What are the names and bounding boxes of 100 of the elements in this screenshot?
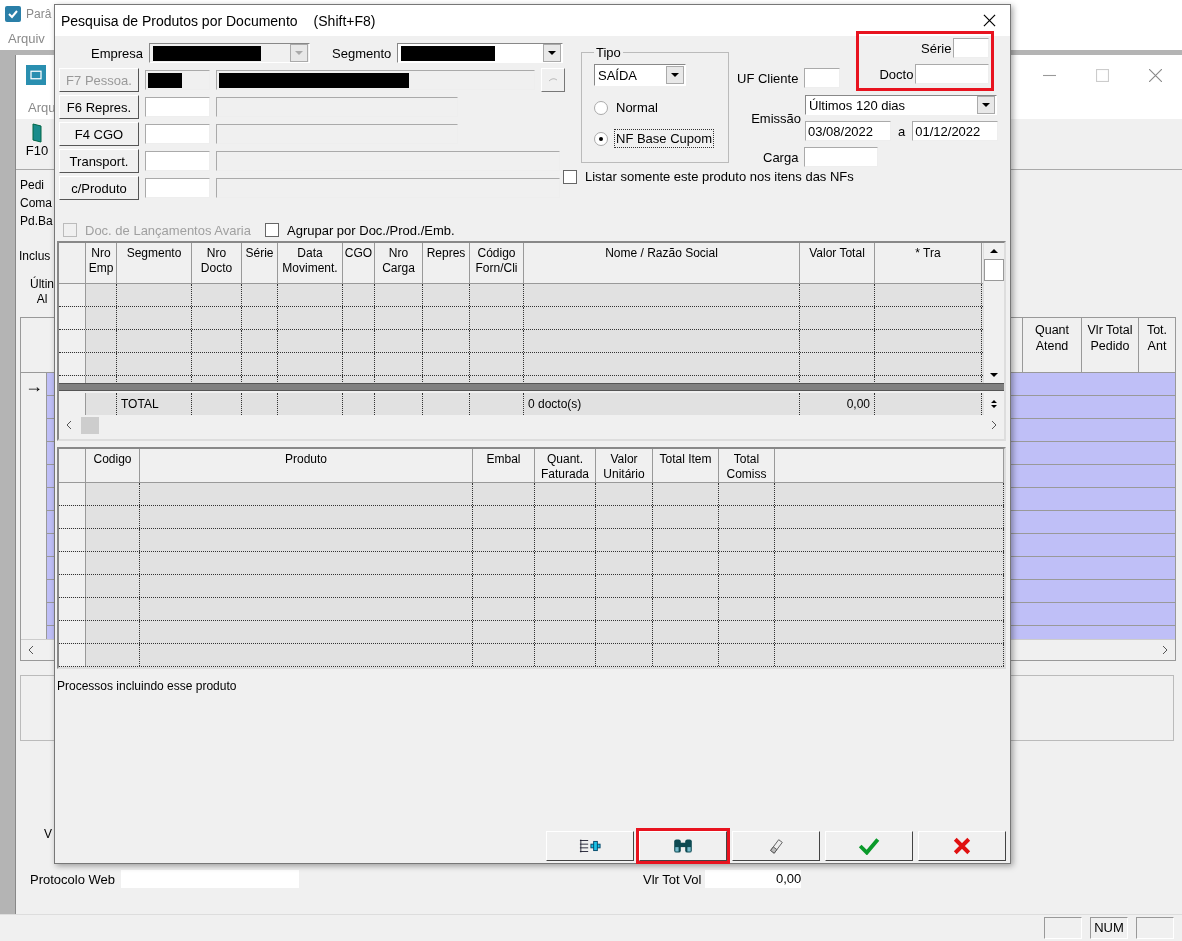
field-label: Pedi <box>20 177 45 194</box>
ok-button[interactable] <box>825 831 913 861</box>
close-icon[interactable] <box>983 14 996 27</box>
table-row[interactable] <box>59 330 983 353</box>
column-header[interactable]: Total Item <box>653 449 719 482</box>
scroll-right-icon[interactable] <box>990 420 998 430</box>
field-label: Empresa <box>89 45 143 61</box>
document-count: 0 docto(s) <box>528 397 582 411</box>
scrollbar[interactable] <box>983 243 1004 383</box>
table-row[interactable] <box>59 529 1004 552</box>
field-label: Últin <box>30 277 54 292</box>
table-row[interactable] <box>59 284 983 307</box>
table-row[interactable] <box>59 644 1004 667</box>
lookup-button[interactable]: F4 CGO <box>59 122 139 146</box>
field-label: V <box>44 827 52 841</box>
table-row[interactable] <box>59 353 983 376</box>
column-header[interactable]: Nro Emp <box>86 243 117 283</box>
input-field[interactable] <box>915 64 990 84</box>
scroll-thumb[interactable] <box>984 259 1004 281</box>
column-header[interactable]: Total Comiss <box>719 449 775 482</box>
window-title: Parâ <box>26 6 52 21</box>
column-header[interactable]: Data Moviment. <box>278 243 343 283</box>
dropdown-arrow-icon <box>548 51 557 55</box>
column-header[interactable]: Valor Unitário <box>596 449 653 482</box>
dropdown-arrow-icon <box>295 51 303 55</box>
table-row[interactable] <box>59 598 1004 621</box>
date-field[interactable]: 01/12/2022 <box>912 121 999 141</box>
menu-item[interactable]: Arquiv <box>8 31 45 46</box>
input-field[interactable] <box>145 124 210 144</box>
field-label: Docto <box>879 66 914 82</box>
checkbox-label[interactable]: Listar somente este produto nos itens das NFs <box>585 169 854 184</box>
spin-arrows-icon[interactable] <box>990 398 998 410</box>
scroll-right-icon[interactable] <box>1161 645 1169 655</box>
column-header: Tot. Ant <box>1138 318 1175 372</box>
column-header[interactable]: Código Forn/Cli <box>470 243 524 283</box>
checkbox[interactable] <box>563 169 577 184</box>
column-header[interactable]: Quant. Faturada <box>535 449 596 482</box>
table-row[interactable] <box>59 552 1004 575</box>
dropdown[interactable]: Últimos 120 dias <box>805 95 997 115</box>
binoculars-icon <box>672 837 694 855</box>
table-row[interactable] <box>59 307 983 330</box>
group-label: Tipo <box>595 45 622 60</box>
input-field[interactable] <box>953 38 990 58</box>
input-field[interactable] <box>145 97 210 117</box>
radio-label[interactable]: Normal <box>614 98 660 117</box>
column-header[interactable]: Produto <box>140 449 473 482</box>
add-list-icon <box>579 837 601 855</box>
scroll-left-icon[interactable] <box>65 420 73 430</box>
column-header[interactable]: Segmento <box>117 243 192 283</box>
field-label: Série <box>921 40 952 56</box>
input-field[interactable] <box>145 70 210 90</box>
lookup-button[interactable]: c/Produto <box>59 176 139 200</box>
lookup-button[interactable]: Transport. <box>59 149 139 173</box>
table-row[interactable] <box>59 506 1004 529</box>
input-field[interactable] <box>804 68 841 88</box>
shortcut-label: (Shift+F8) <box>313 12 376 29</box>
input-field[interactable] <box>804 147 879 167</box>
status-panel <box>1044 917 1082 939</box>
radio-button[interactable] <box>594 100 608 115</box>
column-header[interactable]: Nro Carga <box>375 243 423 283</box>
cancel-button[interactable] <box>918 831 1006 861</box>
checkbox-label[interactable]: Agrupar por Doc./Prod./Emb. <box>287 222 455 238</box>
dropdown[interactable] <box>397 43 564 63</box>
column-header[interactable]: Valor Total <box>800 243 875 283</box>
dropdown-arrow-icon <box>671 73 679 77</box>
scroll-left-icon[interactable] <box>27 645 35 655</box>
lookup-button[interactable]: F6 Repres. <box>59 95 139 119</box>
column-header[interactable]: CGO <box>343 243 375 283</box>
column-header[interactable]: Codigo <box>86 449 140 482</box>
table-row[interactable] <box>59 483 1004 506</box>
column-header[interactable]: Nro Docto <box>192 243 242 283</box>
column-header: Quant Atend <box>1022 318 1081 372</box>
field-label: Emissão <box>750 110 801 126</box>
clear-button[interactable] <box>732 831 820 861</box>
field-label: Inclus <box>19 249 51 263</box>
radio-label[interactable]: NF Base Cupom <box>614 129 715 148</box>
refresh-button[interactable] <box>541 68 565 92</box>
date-field[interactable]: 03/08/2022 <box>805 121 891 141</box>
dropdown[interactable]: SAÍDA <box>594 64 686 86</box>
field-label: Coma <box>20 195 52 212</box>
column-header[interactable]: Embal <box>473 449 535 482</box>
toolbar-button[interactable]: F10 <box>20 119 54 169</box>
input-field[interactable] <box>145 151 210 171</box>
column-header[interactable]: Série <box>242 243 278 283</box>
column-header[interactable]: * Tra <box>875 243 982 283</box>
table-row[interactable] <box>59 621 1004 644</box>
checkmark-icon <box>858 837 880 855</box>
input-field[interactable] <box>145 178 210 198</box>
window-title: Pesquisa de Produtos por Documento <box>61 12 298 29</box>
add-button[interactable] <box>546 831 634 861</box>
scroll-thumb[interactable] <box>81 416 99 434</box>
column-header[interactable]: Repres <box>423 243 470 283</box>
input-field[interactable] <box>121 870 300 888</box>
dropdown-arrow-icon <box>982 103 990 107</box>
radio-button[interactable] <box>594 131 608 146</box>
table-row[interactable] <box>59 575 1004 598</box>
total-value: 0,00 <box>846 397 870 411</box>
checkbox[interactable] <box>265 223 279 237</box>
scroll-up-icon[interactable] <box>990 249 998 253</box>
column-header[interactable]: Nome / Razão Social <box>524 243 800 283</box>
